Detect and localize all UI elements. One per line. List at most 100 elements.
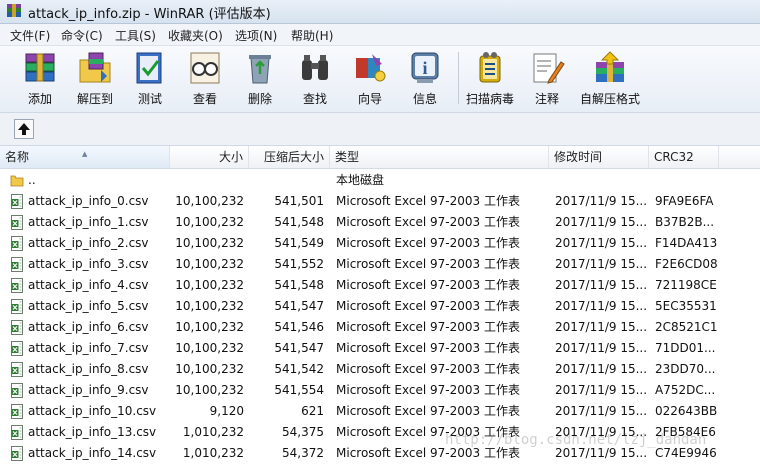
menu-options[interactable]: 选项(N)	[235, 27, 277, 44]
file-modified: 2017/11/9 15...	[555, 194, 647, 208]
file-name: attack_ip_info_14.csv	[28, 446, 157, 460]
file-row[interactable]: attack_ip_info_9.csv 10,100,232 541,554 Mic…	[0, 380, 760, 401]
file-packed: 621	[301, 404, 324, 418]
excel-file-icon	[11, 404, 23, 419]
menu-bar: 文件(F) 命令(C) 工具(S) 收藏夹(O) 选项(N) 帮助(H)	[0, 24, 760, 46]
up-folder-button[interactable]	[14, 119, 34, 139]
column-header-row: 名称 ▲ 大小 压缩后大小 类型 修改时间 CRC32	[0, 146, 760, 169]
add-books-icon	[25, 53, 55, 82]
menu-favorites[interactable]: 收藏夹(O)	[168, 27, 223, 44]
delete-recycle-icon	[249, 55, 271, 84]
file-modified: 2017/11/9 15...	[555, 362, 647, 376]
file-name: attack_ip_info_2.csv	[28, 236, 149, 250]
file-type: Microsoft Excel 97-2003 工作表	[336, 299, 520, 313]
file-size: 10,100,232	[175, 278, 244, 292]
file-modified: 2017/11/9 15...	[555, 257, 647, 271]
file-size: 10,100,232	[175, 299, 244, 313]
file-packed: 541,552	[274, 257, 324, 271]
file-row[interactable]: attack_ip_info_3.csv 10,100,232 541,552 Mic…	[0, 254, 760, 275]
file-list: 名称 ▲ 大小 压缩后大小 类型 修改时间 CRC32 .. 本地磁盘 atta…	[0, 146, 760, 466]
file-modified: 2017/11/9 15...	[555, 320, 647, 334]
file-crc: 022643BB	[655, 404, 718, 418]
file-row[interactable]: attack_ip_info_6.csv 10,100,232 541,546 Mic…	[0, 317, 760, 338]
file-modified: 2017/11/9 15...	[555, 383, 647, 397]
column-crc[interactable]: CRC32	[649, 146, 719, 168]
menu-file[interactable]: 文件(F)	[10, 27, 50, 44]
file-packed: 541,554	[274, 383, 324, 397]
excel-file-icon	[11, 215, 23, 230]
file-type: Microsoft Excel 97-2003 工作表	[336, 404, 520, 418]
file-name: attack_ip_info_6.csv	[28, 320, 149, 334]
file-crc: 23DD70...	[655, 362, 716, 376]
file-name: attack_ip_info_3.csv	[28, 257, 149, 271]
file-row[interactable]: attack_ip_info_5.csv 10,100,232 541,547 Mic…	[0, 296, 760, 317]
file-row[interactable]: attack_ip_info_7.csv 10,100,232 541,547 Mic…	[0, 338, 760, 359]
menu-help[interactable]: 帮助(H)	[291, 27, 333, 44]
file-type: Microsoft Excel 97-2003 工作表	[336, 320, 520, 334]
file-row[interactable]: attack_ip_info_2.csv 10,100,232 541,549 Mic…	[0, 233, 760, 254]
file-name: attack_ip_info_8.csv	[28, 362, 149, 376]
comment-pen-icon	[533, 53, 565, 84]
file-crc: 71DD01...	[655, 341, 716, 355]
file-type: Microsoft Excel 97-2003 工作表	[336, 236, 520, 250]
comment-label: 注释	[534, 92, 559, 106]
file-size: 10,100,232	[175, 362, 244, 376]
file-row[interactable]: attack_ip_info_8.csv 10,100,232 541,542 Mic…	[0, 359, 760, 380]
file-crc: A752DC...	[655, 383, 716, 397]
file-size: 10,100,232	[175, 257, 244, 271]
file-name: attack_ip_info_0.csv	[28, 194, 149, 208]
winrar-app-icon	[7, 4, 21, 17]
file-type: Microsoft Excel 97-2003 工作表	[336, 362, 520, 376]
excel-file-icon	[11, 257, 23, 272]
file-row[interactable]: attack_ip_info_0.csv 10,100,232 541,501 Mic…	[0, 191, 760, 212]
file-modified: 2017/11/9 15...	[555, 236, 647, 250]
path-bar	[0, 113, 760, 146]
info-icon: i	[411, 52, 439, 83]
file-size: 1,010,232	[182, 446, 244, 460]
excel-file-icon	[11, 278, 23, 293]
info-label: 信息	[412, 92, 437, 106]
column-size[interactable]: 大小	[170, 146, 249, 168]
file-type: Microsoft Excel 97-2003 工作表	[336, 278, 520, 292]
virus-scan-icon	[479, 52, 501, 83]
sfx-button[interactable]: 自解压格式	[580, 48, 640, 108]
file-modified: 2017/11/9 15...	[555, 404, 647, 418]
wizard-icon	[356, 54, 386, 82]
column-type[interactable]: 类型	[330, 146, 549, 168]
file-row[interactable]: attack_ip_info_4.csv 10,100,232 541,548 Mic…	[0, 275, 760, 296]
file-packed: 541,547	[274, 299, 324, 313]
comment-button[interactable]: 注释	[518, 48, 576, 108]
sfx-label: 自解压格式	[579, 92, 640, 106]
menu-commands[interactable]: 命令(C)	[61, 27, 103, 44]
window-title: attack_ip_info.zip - WinRAR (评估版本)	[28, 7, 271, 22]
excel-file-icon	[11, 425, 23, 440]
file-size: 10,100,232	[175, 215, 244, 229]
column-name-label: 名称	[5, 150, 30, 164]
file-modified: 2017/11/9 15...	[555, 215, 647, 229]
file-crc: B37B2B...	[655, 215, 715, 229]
column-packed[interactable]: 压缩后大小	[249, 146, 330, 168]
file-name: attack_ip_info_7.csv	[28, 341, 149, 355]
toolbar: 添加 解压到 测试 查看 删除 查找 向导 i 信息 扫描病毒 注释 自解压格式	[0, 46, 760, 113]
file-size: 1,010,232	[182, 425, 244, 439]
file-size: 10,100,232	[175, 236, 244, 250]
file-packed: 541,542	[274, 362, 324, 376]
parent-folder-row[interactable]: .. 本地磁盘	[0, 170, 760, 191]
view-glasses-icon	[190, 52, 220, 84]
menu-tools[interactable]: 工具(S)	[115, 27, 156, 44]
excel-file-icon	[11, 320, 23, 335]
file-row[interactable]: attack_ip_info_1.csv 10,100,232 541,548 Mic…	[0, 212, 760, 233]
file-packed: 541,548	[274, 278, 324, 292]
file-packed: 54,375	[282, 425, 324, 439]
file-size: 9,120	[209, 404, 244, 418]
column-name[interactable]: 名称 ▲	[0, 146, 170, 168]
file-type: Microsoft Excel 97-2003 工作表	[336, 383, 520, 397]
info-button[interactable]: i 信息	[396, 48, 454, 108]
sfx-box-icon	[596, 51, 624, 82]
file-packed: 541,501	[274, 194, 324, 208]
find-binoculars-icon	[302, 55, 328, 80]
column-modified[interactable]: 修改时间	[549, 146, 649, 168]
virus-scan-button[interactable]: 扫描病毒	[461, 48, 519, 108]
svg-text:i: i	[422, 58, 427, 78]
file-row[interactable]: attack_ip_info_10.csv 9,120 621 Microsoft E…	[0, 401, 760, 422]
